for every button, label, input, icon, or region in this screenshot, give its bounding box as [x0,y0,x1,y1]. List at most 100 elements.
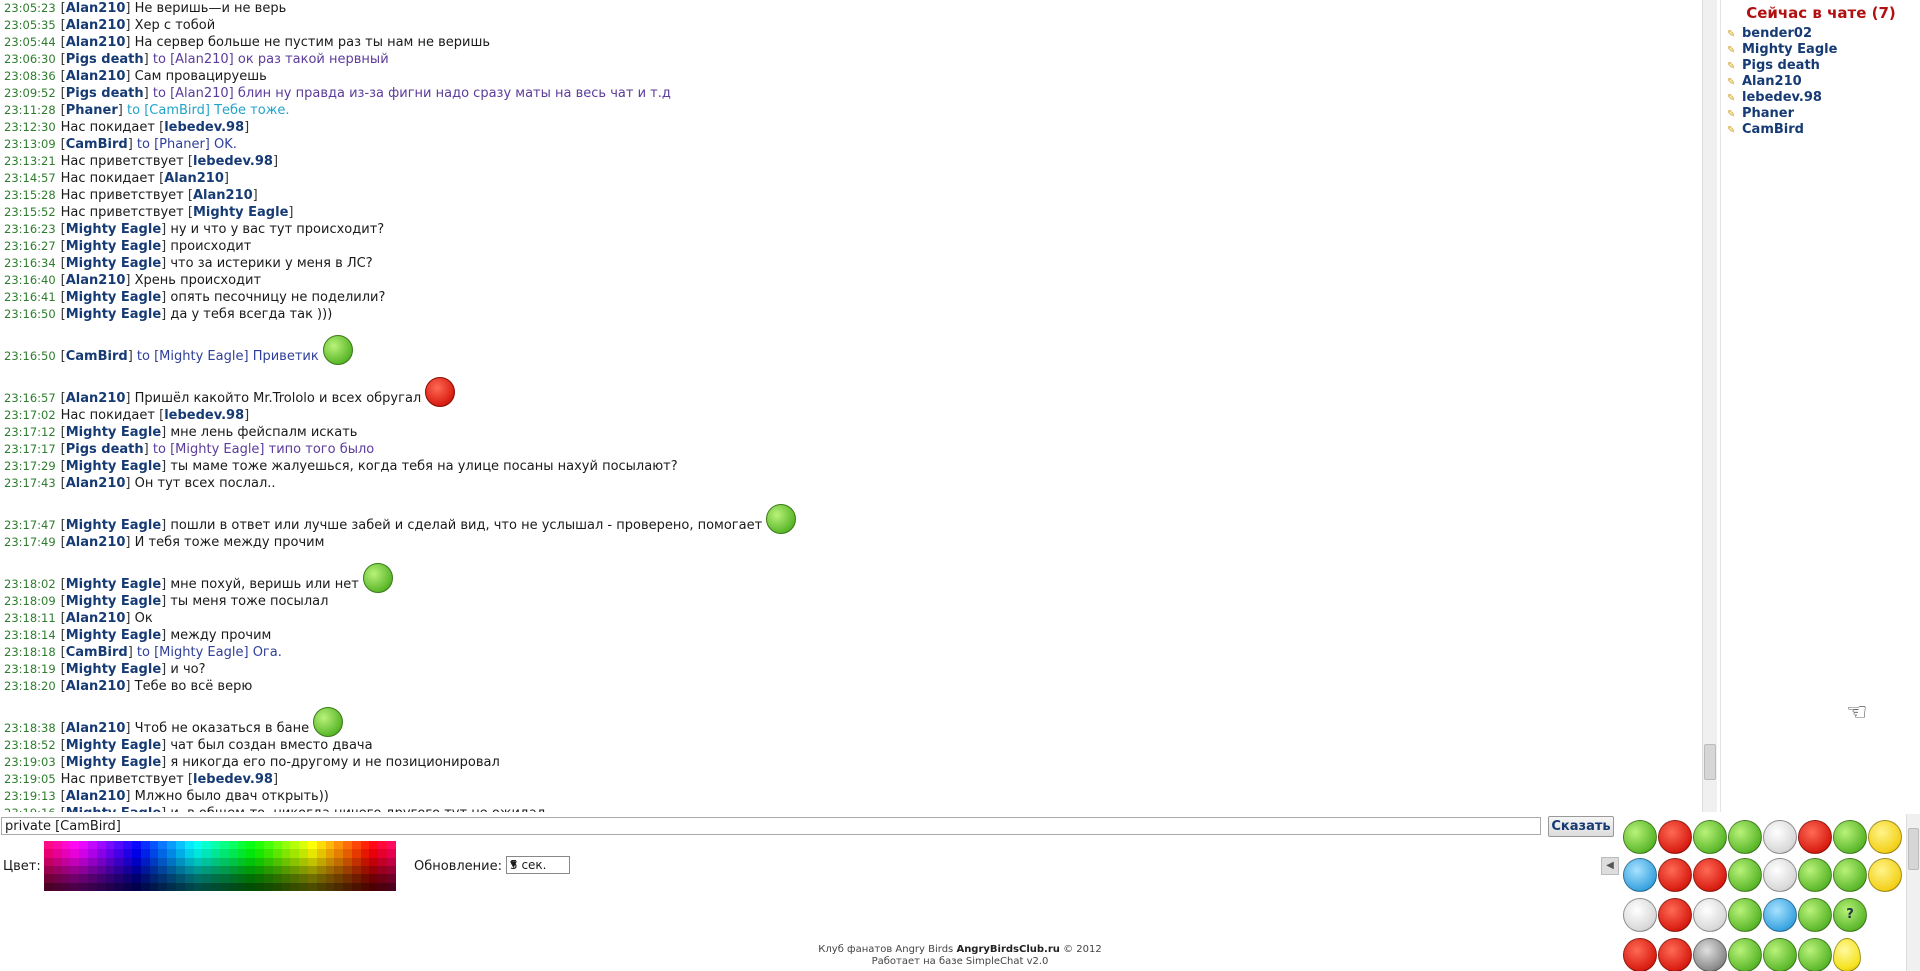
palette-swatch[interactable] [360,865,370,875]
palette-swatch[interactable] [237,882,247,891]
palette-swatch[interactable] [360,874,370,883]
palette-swatch[interactable] [193,874,203,883]
message-nick[interactable]: Pigs death [66,52,144,67]
message-nick[interactable]: Mighty Eagle [193,205,288,220]
palette-swatch[interactable] [61,849,71,858]
palette-swatch[interactable] [228,857,238,866]
online-user[interactable]: ✎ Pigs death [1721,58,1920,74]
sound-icon[interactable]: ◀ [1601,857,1619,875]
palette-swatch[interactable] [52,849,62,858]
palette-swatch[interactable] [52,882,62,891]
message-nick[interactable]: Mighty Eagle [66,628,161,643]
palette-swatch[interactable] [140,874,150,883]
yellow-bird-icon[interactable] [1868,820,1902,854]
palette-swatch[interactable] [334,849,344,858]
message-nick[interactable]: Alan210 [66,721,126,736]
palette-swatch[interactable] [246,874,256,883]
palette-swatch[interactable] [272,841,282,850]
palette-swatch[interactable] [79,841,88,850]
palette-swatch[interactable] [334,841,344,850]
palette-swatch[interactable] [343,874,352,883]
message-nick[interactable]: Alan210 [66,1,126,16]
palette-swatch[interactable] [228,882,238,891]
palette-swatch[interactable] [52,865,62,875]
recipient-nick[interactable]: [Mighty Eagle] [154,645,248,660]
palette-swatch[interactable] [316,874,326,883]
message-nick[interactable]: Mighty Eagle [66,738,161,753]
palette-swatch[interactable] [219,874,229,883]
online-user[interactable]: ✎ bender02 [1721,26,1920,42]
palette-swatch[interactable] [167,857,176,866]
palette-swatch[interactable] [307,882,317,891]
palette-swatch[interactable] [105,849,115,858]
palette-swatch[interactable] [369,841,379,850]
palette-swatch[interactable] [61,882,71,891]
palette-swatch[interactable] [114,857,124,866]
palette-swatch[interactable] [299,882,308,891]
green-pig-icon[interactable] [1798,858,1832,892]
palette-swatch[interactable] [378,874,388,883]
palette-swatch[interactable] [96,882,106,891]
message-nick[interactable]: Mighty Eagle [66,518,161,533]
palette-swatch[interactable] [325,849,335,858]
grey-bird-icon[interactable] [1693,938,1727,971]
palette-swatch[interactable] [378,857,388,866]
palette-swatch[interactable] [387,849,396,858]
palette-swatch[interactable] [237,841,247,850]
palette-swatch[interactable] [211,849,220,858]
palette-swatch[interactable] [167,841,176,850]
palette-swatch[interactable] [70,874,80,883]
palette-swatch[interactable] [202,841,212,850]
online-user[interactable]: ✎ CamBird [1721,122,1920,138]
palette-swatch[interactable] [167,874,176,883]
palette-swatch[interactable] [316,882,326,891]
message-nick[interactable]: lebedev.98 [193,154,273,169]
palette-swatch[interactable] [255,882,264,891]
palette-swatch[interactable] [140,841,150,850]
palette-swatch[interactable] [87,849,97,858]
palette-swatch[interactable] [263,849,273,858]
palette-swatch[interactable] [290,882,300,891]
message-nick[interactable]: Mighty Eagle [66,806,161,812]
palette-swatch[interactable] [96,857,106,866]
palette-swatch[interactable] [228,849,238,858]
message-nick[interactable]: Mighty Eagle [66,662,161,677]
palette-swatch[interactable] [70,841,80,850]
message-nick[interactable]: Pigs death [66,86,144,101]
white-bird-icon[interactable] [1763,820,1797,854]
palette-swatch[interactable] [369,882,379,891]
palette-swatch[interactable] [44,865,53,875]
palette-swatch[interactable] [343,882,352,891]
white-bird-icon[interactable] [1763,858,1797,892]
palette-swatch[interactable] [184,865,194,875]
palette-swatch[interactable] [334,865,344,875]
recipient-nick[interactable]: [Mighty Eagle] [154,349,248,364]
message-nick[interactable]: Alan210 [66,35,126,50]
palette-swatch[interactable] [281,874,291,883]
green-pig-icon[interactable] [1693,820,1727,854]
palette-swatch[interactable] [272,857,282,866]
say-button[interactable]: Сказать [1548,816,1614,837]
palette-swatch[interactable] [61,865,71,875]
palette-swatch[interactable] [193,865,203,875]
palette-swatch[interactable] [325,857,335,866]
red-bird-icon[interactable] [1623,938,1657,971]
palette-swatch[interactable] [290,865,300,875]
palette-swatch[interactable] [316,841,326,850]
palette-swatch[interactable] [325,882,335,891]
palette-swatch[interactable] [158,849,168,858]
palette-swatch[interactable] [228,874,238,883]
palette-swatch[interactable] [70,849,80,858]
green-pig-icon[interactable] [1763,938,1797,971]
palette-swatch[interactable] [87,857,97,866]
message-nick[interactable]: CamBird [66,645,128,660]
palette-swatch[interactable] [87,874,97,883]
palette-swatch[interactable] [202,882,212,891]
red-bird-icon[interactable] [1658,898,1692,932]
palette-swatch[interactable] [87,882,97,891]
message-nick[interactable]: Alan210 [164,171,224,186]
palette-swatch[interactable] [387,882,396,891]
palette-swatch[interactable] [114,865,124,875]
palette-swatch[interactable] [175,865,185,875]
palette-swatch[interactable] [52,874,62,883]
